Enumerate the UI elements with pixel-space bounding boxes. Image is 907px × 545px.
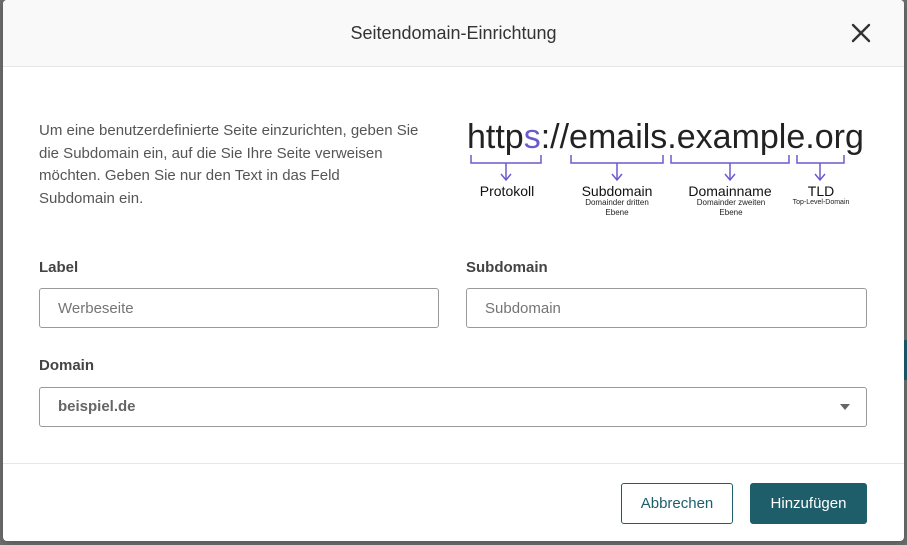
dialog-title: Seitendomain-Einrichtung bbox=[350, 23, 557, 43]
segment-tld-label: TLD bbox=[807, 183, 835, 199]
url-protocol-s: s bbox=[523, 118, 541, 156]
url-rest-text: ://emails.example.org bbox=[540, 118, 864, 156]
segment-domainname-label: Domainname bbox=[688, 183, 772, 199]
label-input[interactable] bbox=[39, 288, 439, 328]
example-url: https://emails.example.org bbox=[467, 118, 864, 157]
dialog-footer: Abbrechen Hinzufügen bbox=[3, 463, 904, 541]
segment-domainname-sublabel: Domainder zweiten Ebene bbox=[696, 198, 766, 217]
subdomain-setup-dialog: Seitendomain-Einrichtung Um eine benutze… bbox=[3, 0, 904, 541]
url-protocol-text: http bbox=[467, 118, 524, 156]
domain-select-value: beispiel.de bbox=[58, 398, 136, 415]
url-diagram: https://emails.example.org Protokoll Sub… bbox=[467, 118, 867, 228]
add-button[interactable]: Hinzufügen bbox=[750, 483, 867, 524]
cancel-button[interactable]: Abbrechen bbox=[621, 483, 733, 524]
segment-subdomain-label: Subdomain bbox=[581, 183, 653, 199]
domain-field-label: Domain bbox=[39, 357, 95, 374]
dialog-header: Seitendomain-Einrichtung bbox=[3, 0, 904, 67]
segment-subdomain-sublabel: Domainder dritten Ebene bbox=[585, 198, 649, 217]
chevron-down-icon bbox=[840, 404, 850, 410]
subdomain-field-label: Subdomain bbox=[466, 259, 548, 276]
intro-text: Um eine benutzerdefinierte Seite einzuri… bbox=[39, 122, 419, 207]
close-icon bbox=[851, 23, 871, 43]
close-button[interactable] bbox=[848, 20, 874, 46]
label-field-label: Label bbox=[39, 259, 79, 276]
segment-protocol-label: Protokoll bbox=[479, 183, 535, 199]
subdomain-input[interactable] bbox=[466, 288, 867, 328]
segment-tld-sublabel: Top-Level-Domain bbox=[792, 199, 850, 206]
domain-select[interactable]: beispiel.de bbox=[39, 387, 867, 427]
